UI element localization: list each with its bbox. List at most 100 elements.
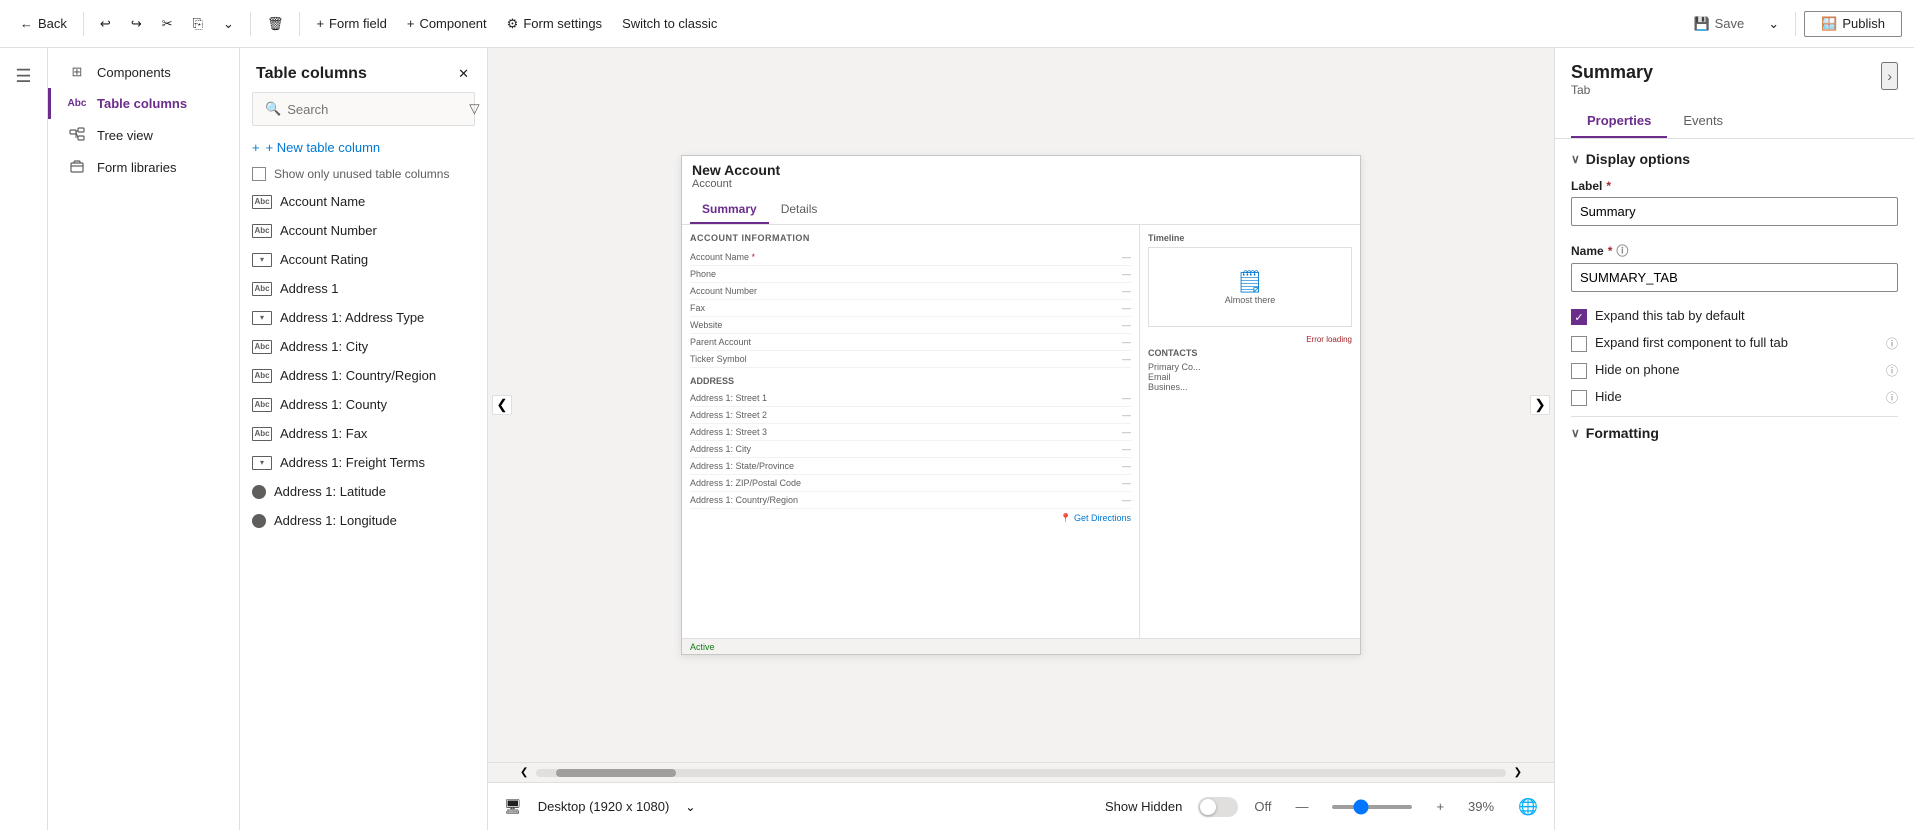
formatting-section-header[interactable]: ∨ Formatting	[1571, 416, 1898, 441]
form-tab-summary[interactable]: Summary	[690, 196, 769, 224]
name-input[interactable]	[1571, 263, 1898, 292]
switch-classic-button[interactable]: Switch to classic	[614, 12, 725, 35]
form-tabs: Summary Details	[682, 196, 1360, 225]
right-panel-close-button[interactable]: ›	[1881, 62, 1898, 90]
zoom-slider[interactable]	[1332, 805, 1412, 809]
sidebar-item-table-columns[interactable]: Abc Table columns	[48, 88, 239, 119]
horizontal-scrollbar-container: ❮ ❯	[488, 762, 1554, 782]
copy-button[interactable]: ⎘	[185, 12, 211, 36]
form-preview-header: New Account Account	[682, 156, 1360, 196]
trash-icon: 🗑	[267, 16, 284, 32]
redo-icon: ↪	[131, 16, 142, 32]
undo-button[interactable]: ↩	[92, 12, 119, 36]
list-item[interactable]: Address 1: Longitude	[240, 506, 487, 535]
form-libraries-icon	[67, 159, 87, 175]
new-table-column-button[interactable]: + + New table column	[240, 134, 487, 161]
form-settings-button[interactable]: ⚙ Form settings	[499, 12, 610, 36]
list-item[interactable]: Address 1: Freight Terms	[240, 448, 487, 477]
toolbar-separator-2	[250, 12, 251, 36]
filter-button[interactable]: ▽	[469, 101, 479, 117]
account-section-title: ACCOUNT INFORMATION	[690, 233, 1131, 243]
sidebar-item-components[interactable]: ⊞ Components	[48, 56, 239, 88]
scroll-left-icon: ❮	[496, 397, 507, 413]
hide-checkbox[interactable]	[1571, 390, 1587, 406]
dropdown-field-icon	[252, 253, 272, 267]
rp-nav-events[interactable]: Events	[1667, 105, 1739, 138]
list-item[interactable]: Address 1: Latitude	[240, 477, 487, 506]
scroll-left-btn[interactable]: ❮	[520, 767, 528, 778]
list-item[interactable]: Abc Address 1	[240, 274, 487, 303]
right-panel-title-block: Summary Tab Properties Events	[1571, 62, 1881, 138]
list-item[interactable]: Address 1: Address Type	[240, 303, 487, 332]
list-item[interactable]: Abc Address 1: Country/Region	[240, 361, 487, 390]
sidebar-item-tree-view[interactable]: Tree view	[48, 119, 239, 151]
show-unused-checkbox-row[interactable]: Show only unused table columns	[240, 161, 487, 187]
form-status-bar: Active	[682, 638, 1360, 654]
form-field-street2: Address 1: Street 2 —	[690, 407, 1131, 424]
text-field-icon: Abc	[252, 195, 272, 209]
form-title: New Account	[692, 162, 1350, 178]
device-label: Desktop (1920 x 1080)	[538, 799, 670, 814]
hide-on-phone-checkbox-row[interactable]: Hide on phone ⓘ	[1571, 362, 1898, 379]
label-required-indicator: *	[1606, 179, 1611, 193]
search-input[interactable]	[287, 102, 463, 117]
display-options-chevron-icon: ∨	[1571, 152, 1580, 166]
show-unused-checkbox[interactable]	[252, 167, 266, 181]
form-left-section: ACCOUNT INFORMATION Account Name * — Pho…	[682, 225, 1140, 653]
hide-info-icon[interactable]: ⓘ	[1886, 389, 1898, 406]
expand-first-checkbox[interactable]	[1571, 336, 1587, 352]
redo-button[interactable]: ↪	[123, 12, 150, 36]
display-options-label: Display options	[1586, 151, 1690, 167]
get-directions-link[interactable]: 📍 Get Directions	[690, 509, 1131, 524]
text-field-icon: Abc	[252, 427, 272, 441]
horizontal-scrollbar[interactable]	[536, 769, 1505, 777]
list-item[interactable]: Abc Account Name	[240, 187, 487, 216]
trash-button[interactable]: 🗑	[259, 12, 292, 36]
rp-nav-properties[interactable]: Properties	[1571, 105, 1667, 138]
canvas-scroll-left-button[interactable]: ❮	[492, 395, 512, 415]
scrollbar-thumb[interactable]	[556, 769, 676, 777]
label-input[interactable]	[1571, 197, 1898, 226]
back-button[interactable]: ← Back	[12, 12, 75, 35]
device-dropdown-button[interactable]: ⌄	[685, 800, 695, 814]
list-item[interactable]: Abc Address 1: City	[240, 332, 487, 361]
save-button[interactable]: 💾 Save	[1681, 12, 1756, 36]
plus-icon-2: +	[407, 16, 415, 31]
right-panel: Summary Tab Properties Events › ∨ Displa…	[1554, 48, 1914, 830]
form-tab-details[interactable]: Details	[769, 196, 830, 224]
component-button[interactable]: + Component	[399, 12, 495, 35]
dropdown-arrow-button[interactable]: ⌄	[215, 12, 242, 36]
hide-checkbox-row[interactable]: Hide ⓘ	[1571, 389, 1898, 406]
sidebar-item-form-libraries[interactable]: Form libraries	[48, 151, 239, 183]
zoom-minus-label: —	[1295, 799, 1308, 814]
publish-window-icon: 🪟	[1821, 16, 1837, 32]
hide-on-phone-info-icon[interactable]: ⓘ	[1886, 362, 1898, 379]
name-info-icon[interactable]: ⓘ	[1616, 242, 1628, 259]
form-field-button[interactable]: + Form field	[308, 12, 394, 35]
expand-first-component-checkbox-row[interactable]: Expand first component to full tab ⓘ	[1571, 335, 1898, 352]
display-options-section-header[interactable]: ∨ Display options	[1571, 151, 1898, 167]
form-subtitle: Account	[692, 178, 1350, 190]
list-item[interactable]: Abc Account Number	[240, 216, 487, 245]
expand-first-info-icon[interactable]: ⓘ	[1886, 335, 1898, 352]
right-panel-body: ∨ Display options Label * Name * ⓘ	[1555, 139, 1914, 830]
toggle-state-label: Off	[1254, 799, 1271, 814]
left-panel-title: Table columns	[256, 65, 367, 83]
scroll-right-btn[interactable]: ❯	[1514, 767, 1522, 778]
scissors-button[interactable]: ✂	[154, 12, 181, 36]
canvas-scroll-right-button[interactable]: ❯	[1530, 395, 1550, 415]
list-item[interactable]: Abc Address 1: Fax	[240, 419, 487, 448]
hamburger-menu-button[interactable]: ☰	[4, 56, 44, 96]
expand-tab-checkbox[interactable]	[1571, 309, 1587, 325]
list-item[interactable]: Abc Address 1: County	[240, 390, 487, 419]
publish-button[interactable]: 🪟 Publish	[1804, 11, 1902, 37]
form-field-city: Address 1: City —	[690, 441, 1131, 458]
hide-label: Hide	[1595, 389, 1878, 404]
hide-on-phone-checkbox[interactable]	[1571, 363, 1587, 379]
list-item[interactable]: Account Rating	[240, 245, 487, 274]
right-panel-title: Summary	[1571, 62, 1881, 83]
show-hidden-toggle[interactable]	[1198, 797, 1238, 817]
left-panel-close-button[interactable]: ✕	[456, 64, 471, 84]
save-dropdown-button[interactable]: ⌄	[1760, 12, 1787, 36]
expand-tab-checkbox-row[interactable]: Expand this tab by default	[1571, 308, 1898, 325]
